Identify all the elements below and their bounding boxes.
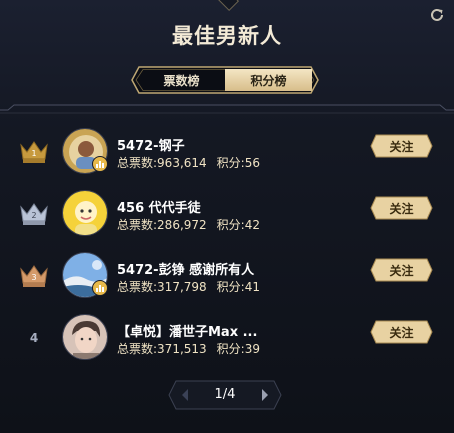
follow-label: 关注 xyxy=(389,139,414,154)
gold-crown-icon: 1 xyxy=(18,138,50,166)
follow-label: 关注 xyxy=(389,263,414,278)
follow-button[interactable]: 关注 xyxy=(370,320,433,344)
pagination: 1/4 xyxy=(168,380,282,410)
tab-votes[interactable]: 票数榜 xyxy=(138,69,225,91)
stats-line: 总票数:963,614 积分:56 xyxy=(117,154,260,171)
live-badge-icon xyxy=(92,280,108,296)
streamer-name: 5472-钢子 xyxy=(117,139,185,154)
tab-points[interactable]: 积分榜 xyxy=(225,69,312,91)
streamer-name: 【卓悦】潘世子Max ... xyxy=(117,325,258,340)
points-label: 积分: xyxy=(216,156,245,170)
votes-label: 总票数: xyxy=(117,156,158,170)
points-label: 积分: xyxy=(216,218,245,232)
votes-value: 371,513 xyxy=(157,342,207,356)
follow-button[interactable]: 关注 xyxy=(370,134,433,158)
avatar[interactable] xyxy=(62,314,108,360)
points-value: 39 xyxy=(244,342,260,356)
page-title: 最佳男新人 xyxy=(172,24,282,48)
bronze-crown-icon: 3 xyxy=(18,262,50,290)
votes-label: 总票数: xyxy=(117,342,158,356)
follow-button[interactable]: 关注 xyxy=(370,258,433,282)
stats-line: 总票数:371,513 积分:39 xyxy=(117,340,260,357)
list-item: 4 【卓悦】潘世子Max ... 总票数:371,513 积分:39 关注 xyxy=(0,312,454,374)
avatar[interactable] xyxy=(62,190,108,236)
points-label: 积分: xyxy=(216,280,245,294)
points-value: 56 xyxy=(244,156,260,170)
top-ornament xyxy=(214,0,240,12)
votes-label: 总票数: xyxy=(117,280,158,294)
svg-text:1: 1 xyxy=(31,149,36,158)
follow-button[interactable]: 关注 xyxy=(370,196,433,220)
follow-label: 关注 xyxy=(389,325,414,340)
svg-text:3: 3 xyxy=(31,273,36,282)
votes-value: 317,798 xyxy=(157,280,207,294)
points-value: 42 xyxy=(244,218,260,232)
votes-value: 286,972 xyxy=(157,218,207,232)
list-item: 3 5472-彭铮 感谢所有人 总票数:317,798 积分:41 关注 xyxy=(0,250,454,312)
silver-crown-icon: 2 xyxy=(18,200,50,228)
points-value: 41 xyxy=(244,280,260,294)
stats-line: 总票数:286,972 积分:42 xyxy=(117,216,260,233)
follow-label: 关注 xyxy=(389,201,414,216)
list-item: 2 456 代代手徒 总票数:286,972 积分:42 关注 xyxy=(0,188,454,250)
votes-label: 总票数: xyxy=(117,218,158,232)
leaderboard-panel: 最佳男新人 票数榜 积分榜 1 5472-钢子 总票数:963,614 积分:5… xyxy=(0,0,454,433)
streamer-name: 5472-彭铮 感谢所有人 xyxy=(117,263,255,278)
rank-number: 4 xyxy=(29,331,39,345)
live-badge-icon xyxy=(92,156,108,172)
streamer-name: 456 代代手徒 xyxy=(117,201,201,216)
svg-text:2: 2 xyxy=(31,211,36,220)
header-divider xyxy=(0,104,454,114)
points-label: 积分: xyxy=(216,342,245,356)
tab-bar: 票数榜 积分榜 xyxy=(131,66,319,94)
stats-line: 总票数:317,798 积分:41 xyxy=(117,278,260,295)
next-page-icon[interactable] xyxy=(258,386,272,404)
list-item: 1 5472-钢子 总票数:963,614 积分:56 关注 xyxy=(0,126,454,188)
votes-value: 963,614 xyxy=(157,156,207,170)
